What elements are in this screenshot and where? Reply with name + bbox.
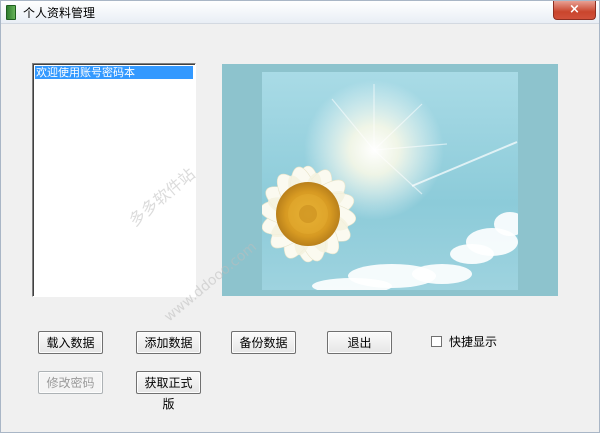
quick-show-checkbox[interactable] xyxy=(431,336,442,347)
backup-data-button[interactable]: 备份数据 xyxy=(231,331,296,354)
change-password-button[interactable]: 修改密码 xyxy=(38,371,103,394)
daisy-image-icon xyxy=(222,64,558,296)
add-data-button[interactable]: 添加数据 xyxy=(136,331,201,354)
close-button[interactable]: × xyxy=(553,1,596,20)
load-data-button[interactable]: 载入数据 xyxy=(38,331,103,354)
exit-button[interactable]: 退出 xyxy=(327,331,392,354)
list-item[interactable]: 欢迎使用账号密码本 xyxy=(35,66,193,79)
account-listbox[interactable]: 欢迎使用账号密码本 xyxy=(32,63,196,297)
window-title: 个人资料管理 xyxy=(23,6,96,20)
daisy-picture xyxy=(222,64,558,296)
client-area: 欢迎使用账号密码本 多多软件站 www.ddooo.com 载入数据 添加数据 … xyxy=(3,24,598,432)
app-icon xyxy=(6,5,16,20)
get-full-version-button[interactable]: 获取正式版 xyxy=(136,371,201,411)
quick-show-label[interactable]: 快捷显示 xyxy=(449,333,497,350)
app-window: 个人资料管理 × 欢迎使用账号密码本 多多软件站 www.ddooo.com 载… xyxy=(0,0,600,433)
title-bar[interactable]: 个人资料管理 × xyxy=(1,1,599,24)
